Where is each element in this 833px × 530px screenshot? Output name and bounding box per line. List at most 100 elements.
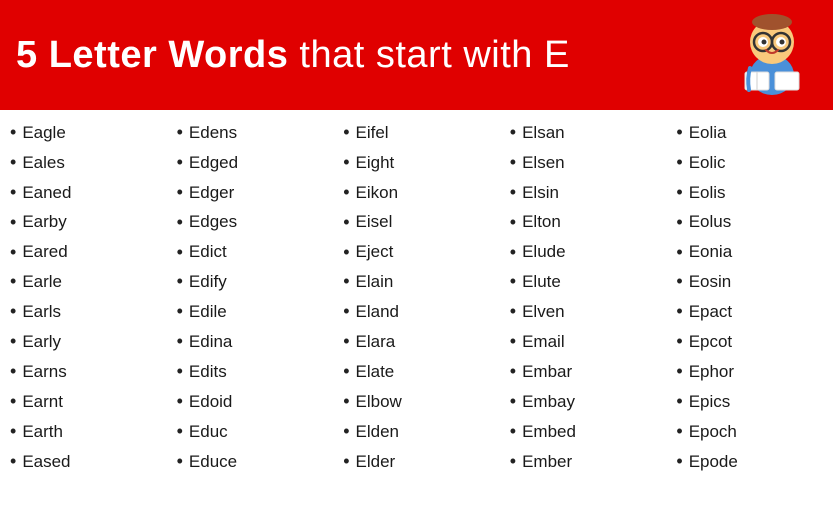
word-label: Edict [189,239,227,265]
list-item: •Eifel [343,118,490,148]
word-label: Elude [522,239,565,265]
word-label: Epics [689,389,731,415]
bullet-icon: • [10,448,16,476]
bullet-icon: • [510,418,516,446]
bullet-icon: • [343,119,349,147]
word-label: Elsin [522,180,559,206]
list-item: •Earle [10,267,157,297]
list-item: • Eisel [343,208,490,238]
bullet-icon: • [510,388,516,416]
bullet-icon: • [676,358,682,386]
word-label: Ember [522,449,572,475]
word-label: Eolis [689,180,726,206]
header: 5 Letter Words that start with E [0,0,833,110]
bullet-icon: • [676,179,682,207]
word-label: Edify [189,269,227,295]
word-label: Eagle [22,120,65,146]
list-item: •Elven [510,297,657,327]
list-item: •Earnt [10,387,157,417]
list-item: •Edict [177,238,324,268]
list-item: •Eared [10,238,157,268]
bullet-icon: • [177,328,183,356]
bullet-icon: • [343,358,349,386]
word-label: Eonia [689,239,732,265]
word-label: Embed [522,419,576,445]
bullet-icon: • [676,209,682,237]
list-item: •Eject [343,238,490,268]
word-label: Edges [189,209,237,235]
list-item: •Edges [177,208,324,238]
list-item: • Epics [676,387,823,417]
list-item: •Eagle [10,118,157,148]
bullet-icon: • [343,149,349,177]
bullet-icon: • [510,328,516,356]
word-label: Eisel [356,209,393,235]
list-item: •Edile [177,297,324,327]
bullet-icon: • [676,149,682,177]
list-item: •Ember [510,447,657,477]
bullet-icon: • [676,268,682,296]
word-label: Edile [189,299,227,325]
bullet-icon: • [177,209,183,237]
word-label: Eject [356,239,394,265]
bullet-icon: • [10,328,16,356]
word-label: Eolus [689,209,732,235]
bullet-icon: • [177,418,183,446]
bullet-icon: • [510,298,516,326]
list-item: •Eales [10,148,157,178]
list-item: •Educe [177,447,324,477]
word-label: Eikon [356,180,399,206]
bullet-icon: • [343,388,349,416]
bullet-icon: • [343,418,349,446]
word-label: Edens [189,120,237,146]
title-normal: that start with E [288,34,569,76]
list-item: •Eased [10,447,157,477]
list-item: •Elute [510,267,657,297]
list-item: •Elton [510,208,657,238]
list-item: •Elain [343,267,490,297]
word-label: Epode [689,449,738,475]
bullet-icon: • [343,209,349,237]
word-label: Elute [522,269,561,295]
list-item: •Elsin [510,178,657,208]
list-item: •Elate [343,357,490,387]
list-item: • Epcot [676,327,823,357]
list-item: •Earby [10,208,157,238]
content-area: •Eagle•Eales•Eaned•Earby•Eared•Earle•Ear… [0,110,833,530]
word-label: Elven [522,299,565,325]
list-item: •Eonia [676,238,823,268]
word-label: Epoch [689,419,737,445]
word-label: Edged [189,150,238,176]
word-label: Epact [689,299,732,325]
word-label: Eased [22,449,70,475]
bullet-icon: • [510,179,516,207]
bullet-icon: • [510,239,516,267]
column-4: •Elsan•Elsen•Elsin•Elton•Elude•Elute•Elv… [500,118,667,526]
bullet-icon: • [10,418,16,446]
list-item: •Eland [343,297,490,327]
bullet-icon: • [343,328,349,356]
bullet-icon: • [676,328,682,356]
bullet-icon: • [510,358,516,386]
bullet-icon: • [10,209,16,237]
bullet-icon: • [177,448,183,476]
bullet-icon: • [676,388,682,416]
list-item: •Earls [10,297,157,327]
word-label: Eosin [689,269,732,295]
list-item: •Earth [10,417,157,447]
list-item: •Earns [10,357,157,387]
word-label: Edger [189,180,234,206]
word-label: Earls [22,299,61,325]
word-label: Epcot [689,329,732,355]
column-2: •Edens•Edged•Edger•Edges•Edict•Edify•Edi… [167,118,334,526]
word-label: Elbow [356,389,402,415]
list-item: •Elude [510,238,657,268]
word-label: Embar [522,359,572,385]
list-item: •Elara [343,327,490,357]
list-item: •Eikon [343,178,490,208]
list-item: •Embay [510,387,657,417]
word-label: Educe [189,449,237,475]
bullet-icon: • [676,298,682,326]
list-item: • Epact [676,297,823,327]
list-item: •Epode [676,447,823,477]
